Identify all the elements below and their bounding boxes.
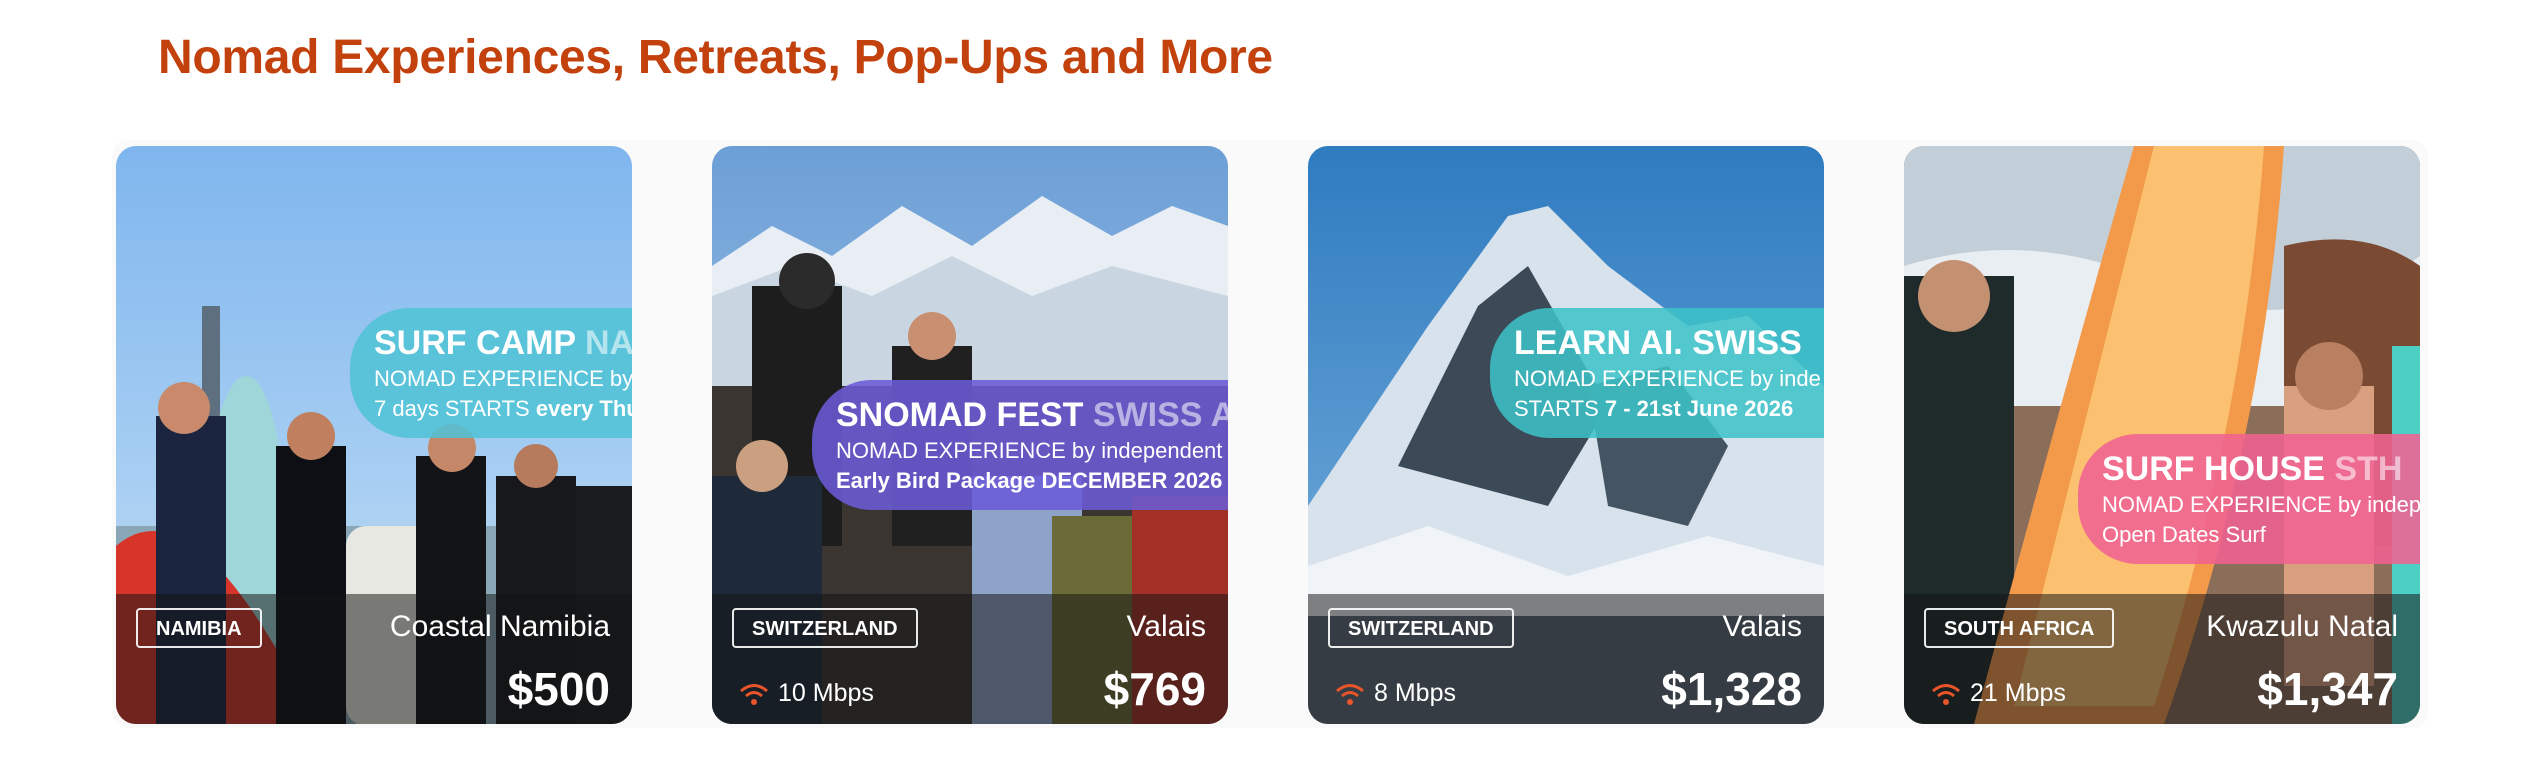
country-tag[interactable]: SWITZERLAND [732,608,918,648]
price: $1,328 [1661,663,1802,715]
promo-title-faded: NA [584,324,632,362]
experience-card-valais-snomad[interactable]: SNOMAD FEST SWISS A NOMAD EXPERIENCE by … [712,146,1228,724]
promo-banner: LEARN AI. SWISS NOMAD EXPERIENCE by inde… [1490,308,1824,438]
internet-speed: 8 Mbps [1334,679,1456,708]
experiences-carousel[interactable]: SURF CAMP NA NOMAD EXPERIENCE by in 7 da… [112,140,2428,728]
internet-speed: 21 Mbps [1930,679,2066,708]
city-name: Kwazulu Natal [2206,610,2398,643]
card-info-overlay: SWITZERLAND Valais 10 Mbps $769 [712,594,1228,724]
promo-title: SURF HOUSE [2102,450,2325,488]
section-title: Nomad Experiences, Retreats, Pop-Ups and… [158,31,1273,84]
speed-value: 10 Mbps [778,679,874,707]
experience-card-kwazulu-natal[interactable]: SURF HOUSE STH NOMAD EXPERIENCE by indep… [1904,146,2420,724]
promo-title-faded: SWISS A [1092,396,1228,434]
country-tag[interactable]: NAMIBIA [136,608,262,648]
promo-banner: SURF CAMP NA NOMAD EXPERIENCE by in 7 da… [350,308,632,438]
speed-value: 21 Mbps [1970,679,2066,707]
experience-card-valais-learn-ai[interactable]: LEARN AI. SWISS NOMAD EXPERIENCE by inde… [1308,146,1824,724]
promo-line: NOMAD EXPERIENCE by indep [2102,492,2420,517]
internet-speed: 10 Mbps [738,679,874,708]
price: $1,347 [2257,663,2398,715]
promo-banner: SNOMAD FEST SWISS A NOMAD EXPERIENCE by … [812,380,1228,510]
promo-title-faded: STH [2334,450,2403,488]
promo-line-prefix: 7 days STARTS [374,396,536,421]
card-info-overlay: SOUTH AFRICA Kwazulu Natal 21 Mbps $1,34… [1904,594,2420,724]
card-info-overlay: NAMIBIA Coastal Namibia $500 [116,594,632,724]
speed-value: 8 Mbps [1374,679,1456,707]
price: $500 [507,663,610,715]
city-name: Valais [1126,610,1206,643]
promo-title: LEARN AI. [1514,324,1683,362]
promo-title: SNOMAD FEST [836,396,1084,434]
country-tag[interactable]: SWITZERLAND [1328,608,1514,648]
wifi-icon [1932,683,1960,705]
wifi-icon [1336,683,1364,705]
card-info-overlay: SWITZERLAND Valais 8 Mbps $1,328 [1308,594,1824,724]
promo-line-bold: Early Bird Package DECEMBER 2026 [836,468,1223,493]
city-name: Valais [1722,610,1802,643]
promo-line: NOMAD EXPERIENCE by independent [836,438,1223,463]
city-name: Coastal Namibia [389,610,610,643]
promo-title-faded: SWISS [1692,324,1802,362]
promo-line: NOMAD EXPERIENCE by in [374,366,632,391]
promo-banner: SURF HOUSE STH NOMAD EXPERIENCE by indep… [2078,434,2420,564]
promo-line-prefix: STARTS [1514,396,1605,421]
promo-line-bold: every Thu [535,396,632,421]
experience-card-namibia[interactable]: SURF CAMP NA NOMAD EXPERIENCE by in 7 da… [116,146,632,724]
wifi-icon [740,683,768,705]
promo-title: SURF CAMP [374,324,576,362]
price: $769 [1103,663,1206,715]
country-tag[interactable]: SOUTH AFRICA [1924,608,2115,648]
promo-line-prefix: Open Dates Surf [2102,522,2266,547]
promo-line: NOMAD EXPERIENCE by inde [1514,366,1821,391]
promo-line-bold: 7 - 21st June 2026 [1604,396,1794,421]
